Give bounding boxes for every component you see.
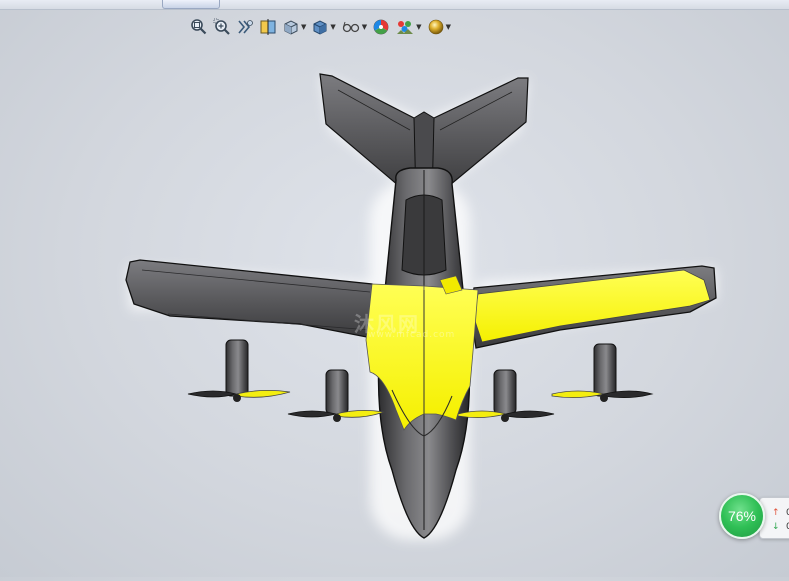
section-view-icon	[260, 19, 276, 35]
hide-show-caret-icon[interactable]: ▼	[362, 23, 367, 31]
left-wing	[125, 259, 377, 339]
right-wing	[469, 265, 717, 349]
previous-view-icon	[238, 20, 253, 34]
upload-arrow-icon: ↑	[772, 508, 780, 518]
display-style-button[interactable]: ▼	[311, 17, 336, 37]
view-orientation-caret-icon[interactable]: ▼	[301, 23, 306, 31]
zoom-to-area-icon	[213, 18, 230, 35]
view-settings-caret-icon[interactable]: ▼	[446, 23, 451, 31]
zoom-to-fit-icon	[191, 19, 207, 35]
section-view-button[interactable]	[259, 17, 277, 37]
apply-scene-button[interactable]: ▼	[395, 17, 422, 37]
zoom-to-area-button[interactable]	[213, 17, 231, 37]
memory-usage-ball[interactable]: 76%	[719, 493, 765, 539]
display-style-caret-icon[interactable]: ▼	[330, 23, 335, 31]
download-arrow-icon: ↓	[772, 522, 780, 532]
top-tab[interactable]	[162, 0, 220, 9]
apply-scene-icon	[397, 21, 414, 34]
memory-usage-percent: 76%	[727, 508, 757, 524]
top-strip	[0, 0, 789, 10]
view-orientation-button[interactable]: ▼	[282, 17, 306, 37]
hide-show-items-button[interactable]: ▼	[341, 17, 367, 37]
view-orientation-icon	[284, 20, 298, 35]
previous-view-button[interactable]	[236, 17, 254, 37]
apply-scene-caret-icon[interactable]: ▼	[416, 23, 421, 31]
view-settings-button[interactable]: ▼	[427, 17, 451, 37]
edit-appearance-icon	[373, 19, 389, 35]
graphics-area[interactable]: 沐风网 www.mfcad.com	[0, 40, 789, 577]
aircraft-model	[125, 73, 717, 540]
edit-appearance-button[interactable]	[372, 17, 390, 37]
view-settings-icon	[428, 19, 443, 35]
display-style-icon	[313, 20, 327, 35]
hide-show-items-icon	[342, 21, 359, 33]
network-speed-widget: ↑ 0 ↓ 0 76%	[719, 491, 789, 541]
zoom-to-fit-button[interactable]	[190, 17, 208, 37]
heads-up-view-toolbar: ▼ ▼ ▼ ▼ ▼	[190, 16, 451, 38]
